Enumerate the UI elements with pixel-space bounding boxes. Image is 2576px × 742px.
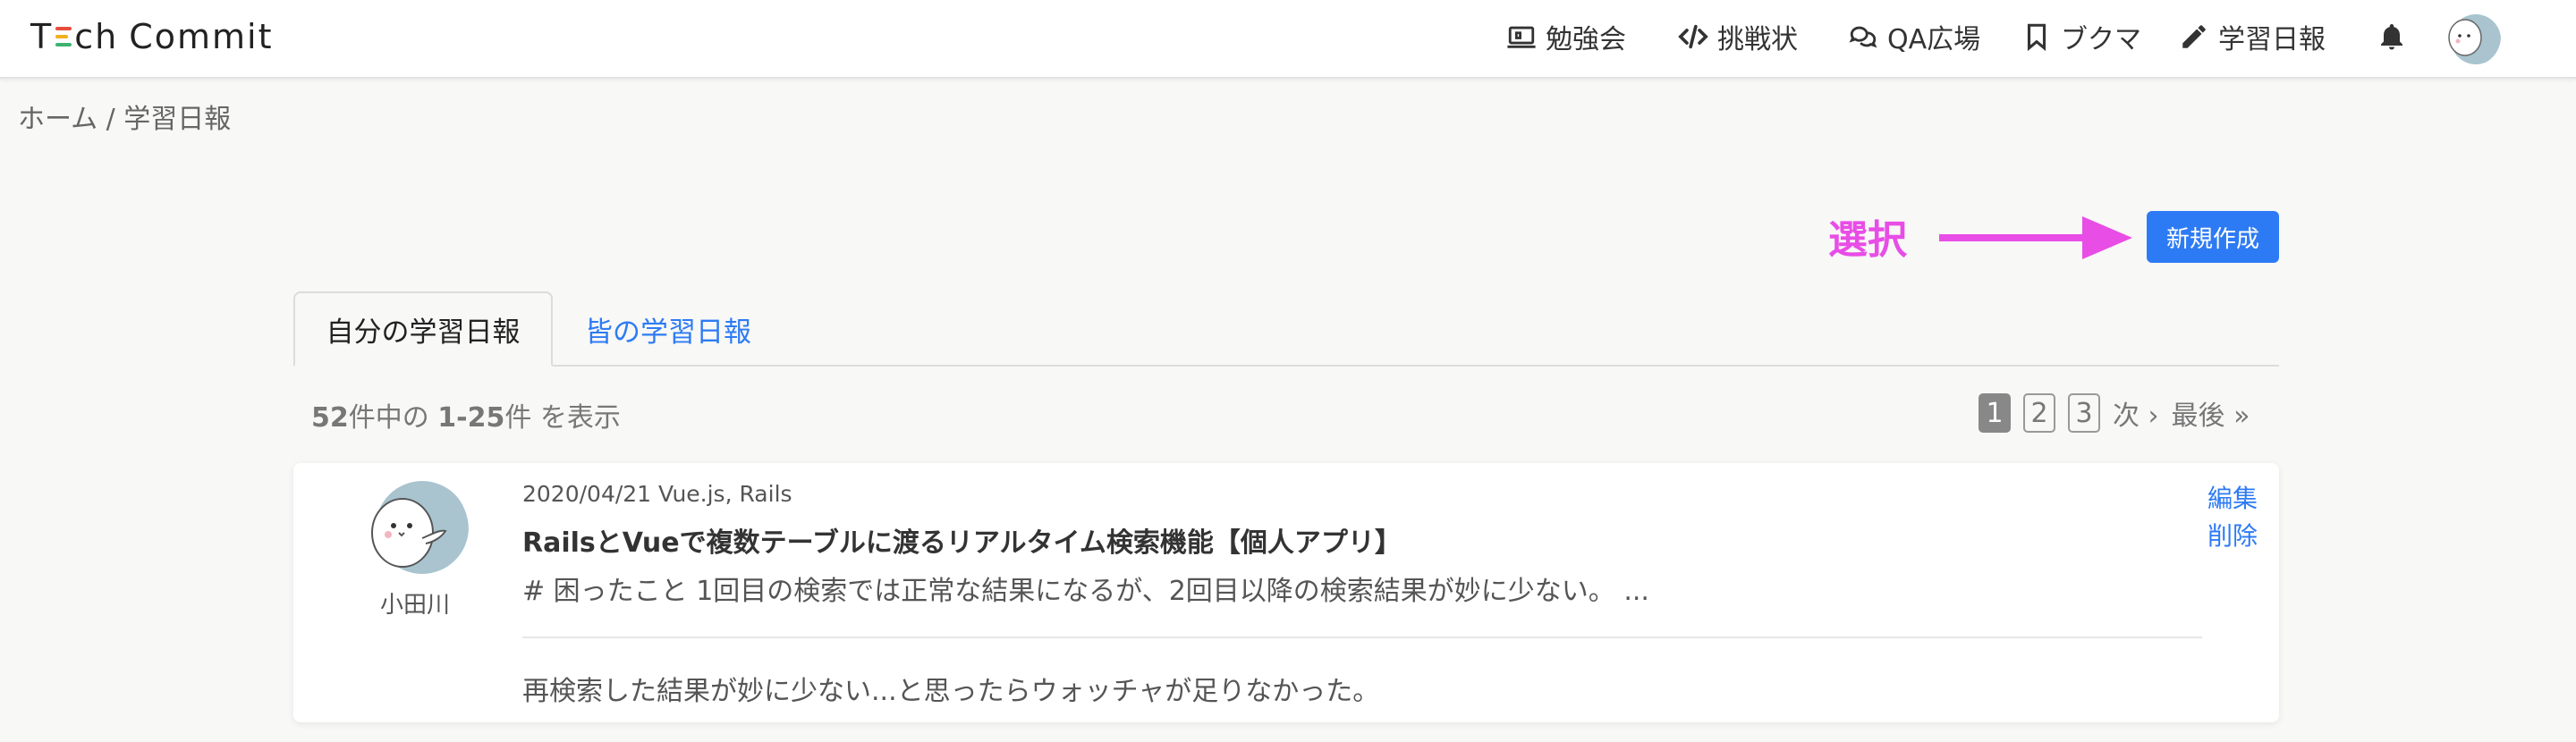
pencil-icon [2182, 25, 2206, 48]
nav-qa[interactable]: QA広場 [1848, 13, 1980, 61]
page-next[interactable]: 次 › [2113, 393, 2159, 433]
pagination: 1 2 3 次 › 最後 » [1979, 393, 2250, 433]
nav-study-label: 勉強会 [1546, 24, 1626, 55]
author-name[interactable]: 小田川 [361, 586, 469, 620]
report-meta: 2020/04/21 Vue.js, Rails [522, 481, 792, 507]
page-3[interactable]: 3 [2068, 393, 2100, 433]
user-avatar[interactable] [2442, 7, 2501, 66]
nav-study[interactable]: 勉強会 [1506, 13, 1626, 61]
code-icon [1678, 24, 1708, 49]
result-count: 52件中の 1-25件 を表示 [311, 395, 621, 434]
page-2[interactable]: 2 [2023, 393, 2055, 433]
bookmark-icon [2027, 23, 2046, 52]
tab-all-reports[interactable]: 皆の学習日報 [585, 309, 751, 350]
laptop-icon [1507, 26, 1536, 48]
new-report-button[interactable]: 新規作成 [2147, 211, 2279, 263]
author-avatar[interactable] [360, 476, 469, 585]
bell-icon[interactable] [2376, 20, 2408, 55]
page-last[interactable]: 最後 » [2172, 393, 2250, 433]
logo-text-ch: ch [74, 17, 119, 56]
count-total: 52 [311, 402, 349, 434]
report-excerpt: # 困ったこと 1回目の検索では正常な結果になるが、2回目以降の検索結果が妙に少… [522, 576, 1649, 607]
tab-my-reports[interactable]: 自分の学習日報 [293, 291, 553, 367]
report-divider [522, 637, 2202, 638]
chat-bubbles-icon [1849, 26, 1877, 48]
nav-challenge-label: 挑戦状 [1717, 24, 1798, 55]
logo-e-mark [55, 27, 72, 46]
nav-report[interactable]: 学習日報 [2179, 13, 2326, 61]
breadcrumb[interactable]: ホーム / 学習日報 [18, 97, 231, 136]
nav-bookmark-label: ブクマ [2061, 24, 2141, 55]
nav-qa-label: QA広場 [1887, 24, 1981, 55]
nav-bookmark[interactable]: ブクマ [2021, 13, 2141, 61]
page-1[interactable]: 1 [1979, 393, 2011, 433]
count-mid: 件中の [348, 402, 438, 434]
delete-link[interactable]: 削除 [2207, 517, 2258, 552]
annotation-label: 選択 [1828, 217, 1907, 263]
techcommit-logo[interactable]: T ch Commit [30, 14, 273, 59]
nav-report-label: 学習日報 [2218, 24, 2326, 55]
logo-text-t: T [30, 17, 54, 56]
edit-link[interactable]: 編集 [2207, 479, 2258, 515]
logo-text-commit: Commit [129, 17, 274, 56]
count-range: 1-25 [437, 402, 505, 434]
count-suffix: 件 を表示 [504, 402, 621, 434]
report-comment: 再検索した結果が妙に少ない...と思ったらウォッチャが足りなかった。 [522, 676, 1380, 707]
annotation-arrow [1939, 216, 2132, 259]
top-header: T ch Commit 勉強会 挑戦状 QA広場 ブクマ 学習日報 [0, 0, 2576, 79]
nav-challenge[interactable]: 挑戦状 [1678, 13, 1798, 61]
tabs-divider [293, 365, 2279, 367]
report-title[interactable]: RailsとVueで複数テーブルに渡るリアルタイム検索機能【個人アプリ】 [522, 520, 1402, 560]
